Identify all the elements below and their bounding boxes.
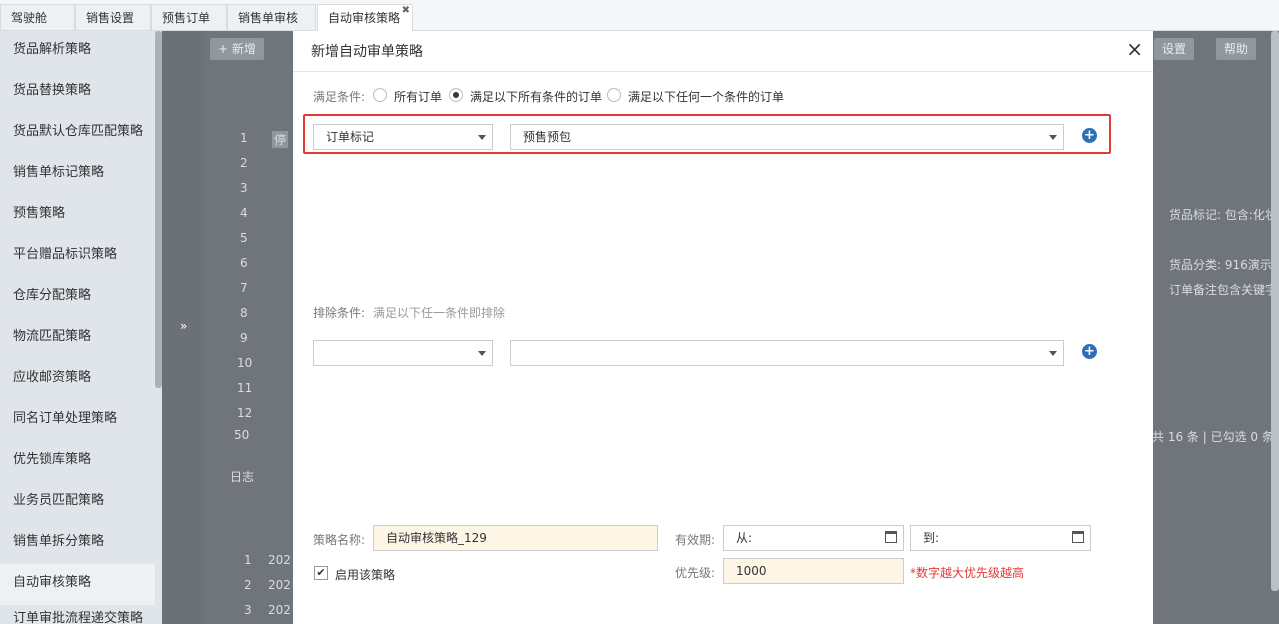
sidebar-item[interactable]: 同名订单处理策略 <box>0 400 155 441</box>
validity-label: 有效期: <box>675 533 716 547</box>
log-row-number: 3 <box>244 603 252 617</box>
select-value: 预售预包 <box>523 130 572 144</box>
exclude-value-select[interactable] <box>510 340 1064 366</box>
tab-sales-review[interactable]: 销售单审核 <box>227 4 316 30</box>
log-row-number: 1 <box>244 553 252 567</box>
sidebar-item[interactable]: 货品替换策略 <box>0 72 155 113</box>
enable-checkbox[interactable]: ✔ <box>314 566 328 580</box>
close-icon[interactable]: × <box>1126 37 1143 61</box>
row-detail-text: 货品分类: 916演示 <box>1169 258 1272 272</box>
row-number: 10 <box>237 356 253 370</box>
row-number: 2 <box>240 156 248 170</box>
validity-to-input[interactable]: 到: <box>910 525 1091 551</box>
radio-all-orders[interactable] <box>373 88 387 102</box>
tab-sales-settings[interactable]: 销售设置 <box>75 4 151 30</box>
enable-label: 启用该策略 <box>335 568 396 582</box>
to-label: 到: <box>923 531 940 545</box>
sidebar-item[interactable]: 平台赠品标识策略 <box>0 236 155 277</box>
caret-down-icon <box>478 135 486 140</box>
row-number: 5 <box>240 231 248 245</box>
sidebar-collapse-handle[interactable]: » <box>162 31 204 624</box>
tab-cockpit[interactable]: 驾驶舱 <box>0 4 75 30</box>
tab-label: 驾驶舱 <box>11 11 48 25</box>
priority-input[interactable]: 1000 <box>723 558 904 584</box>
row-detail-text: 订单备注包含关键字 <box>1169 283 1278 297</box>
page-scrollbar[interactable] <box>1271 31 1279 591</box>
tab-auto-review-strategy[interactable]: 自动审核策略 ✖ <box>317 4 413 31</box>
sidebar-item[interactable]: 预售策略 <box>0 195 155 236</box>
log-date: 202 <box>268 603 291 617</box>
caret-down-icon <box>478 351 486 356</box>
sidebar-item[interactable]: 销售单拆分策略 <box>0 523 155 564</box>
sidebar-item[interactable]: 业务员匹配策略 <box>0 482 155 523</box>
exclude-field-select[interactable] <box>313 340 493 366</box>
new-auto-review-strategy-dialog: 新增自动审单策略 × 满足条件: 所有订单 满足以下所有条件的订单 满足以下任何… <box>293 31 1153 624</box>
sidebar-item[interactable]: 货品默认仓库匹配策略 <box>0 113 155 154</box>
log-tab: 日志 <box>230 470 255 484</box>
row-number: 7 <box>240 281 248 295</box>
caret-down-icon <box>1049 135 1057 140</box>
radio-all-conditions[interactable] <box>449 88 463 102</box>
tab-presale-orders[interactable]: 预售订单 <box>151 4 227 30</box>
record-summary: 共 16 条 | 已勾选 0 条 <box>1152 430 1274 444</box>
add-condition-icon[interactable]: + <box>1082 128 1097 143</box>
row-number: 4 <box>240 206 248 220</box>
radio-label: 满足以下任何一个条件的订单 <box>628 90 785 104</box>
log-date: 202 <box>268 553 291 567</box>
condition-label: 满足条件: <box>313 90 366 104</box>
exclude-label: 排除条件: <box>313 306 366 320</box>
tab-label: 销售单审核 <box>238 11 299 25</box>
sidebar-item[interactable]: 优先锁库策略 <box>0 441 155 482</box>
radio-any-condition[interactable] <box>607 88 621 102</box>
row-number: 3 <box>240 181 248 195</box>
add-exclude-icon[interactable]: + <box>1082 344 1097 359</box>
tab-label: 销售设置 <box>86 11 135 25</box>
select-value: 订单标记 <box>326 130 375 144</box>
page-size-select: 50 <box>234 428 250 442</box>
row-number: 6 <box>240 256 248 270</box>
tab-label: 预售订单 <box>162 11 211 25</box>
caret-down-icon <box>1049 351 1057 356</box>
settings-button: 设置 <box>1154 38 1195 60</box>
sidebar-item[interactable]: 销售单标记策略 <box>0 154 155 195</box>
help-button: 帮助 <box>1216 38 1257 60</box>
row-detail-text: 货品标记: 包含:化妆 <box>1169 208 1277 222</box>
tab-label: 自动审核策略 <box>328 11 401 25</box>
add-button: + 新增 <box>210 38 264 60</box>
status-badge: 停 <box>272 131 289 148</box>
condition-field-select[interactable]: 订单标记 <box>313 124 493 150</box>
log-date: 202 <box>268 578 291 592</box>
log-row-number: 2 <box>244 578 252 592</box>
priority-label: 优先级: <box>675 566 716 580</box>
radio-label: 满足以下所有条件的订单 <box>470 90 603 104</box>
from-label: 从: <box>736 531 753 545</box>
exclude-hint: 满足以下任一条件即排除 <box>373 306 506 320</box>
sidebar-item[interactable]: 订单审批流程递交策略 <box>0 605 155 624</box>
dialog-title: 新增自动审单策略 <box>311 44 423 60</box>
strategy-name-label: 策略名称: <box>313 533 366 547</box>
row-number: 1 <box>240 131 248 145</box>
sidebar-item[interactable]: 货品解析策略 <box>0 31 155 72</box>
row-number: 12 <box>237 406 253 420</box>
sidebar-item[interactable]: 物流匹配策略 <box>0 318 155 359</box>
row-number: 9 <box>240 331 248 345</box>
close-icon[interactable]: ✖ <box>402 0 410 24</box>
radio-label: 所有订单 <box>394 90 443 104</box>
sidebar-scrollbar[interactable] <box>155 31 162 388</box>
calendar-icon[interactable] <box>885 531 897 543</box>
sidebar: 货品解析策略 货品替换策略 货品默认仓库匹配策略 销售单标记策略 预售策略 平台… <box>0 31 162 624</box>
sidebar-item[interactable]: 仓库分配策略 <box>0 277 155 318</box>
sidebar-item-active[interactable]: 自动审核策略 <box>0 564 155 605</box>
row-number: 8 <box>240 306 248 320</box>
row-number: 11 <box>237 381 253 395</box>
validity-from-input[interactable]: 从: <box>723 525 904 551</box>
condition-value-select[interactable]: 预售预包 <box>510 124 1064 150</box>
dialog-header: 新增自动审单策略 × <box>293 31 1153 72</box>
double-chevron-icon[interactable]: » <box>180 319 187 333</box>
tab-bar: 驾驶舱 销售设置 预售订单 销售单审核 自动审核策略 ✖ <box>0 0 1279 31</box>
calendar-icon[interactable] <box>1072 531 1084 543</box>
priority-hint: *数字越大优先级越高 <box>910 566 1025 580</box>
strategy-name-input[interactable]: 自动审核策略_129 <box>373 525 658 551</box>
sidebar-item[interactable]: 应收邮资策略 <box>0 359 155 400</box>
